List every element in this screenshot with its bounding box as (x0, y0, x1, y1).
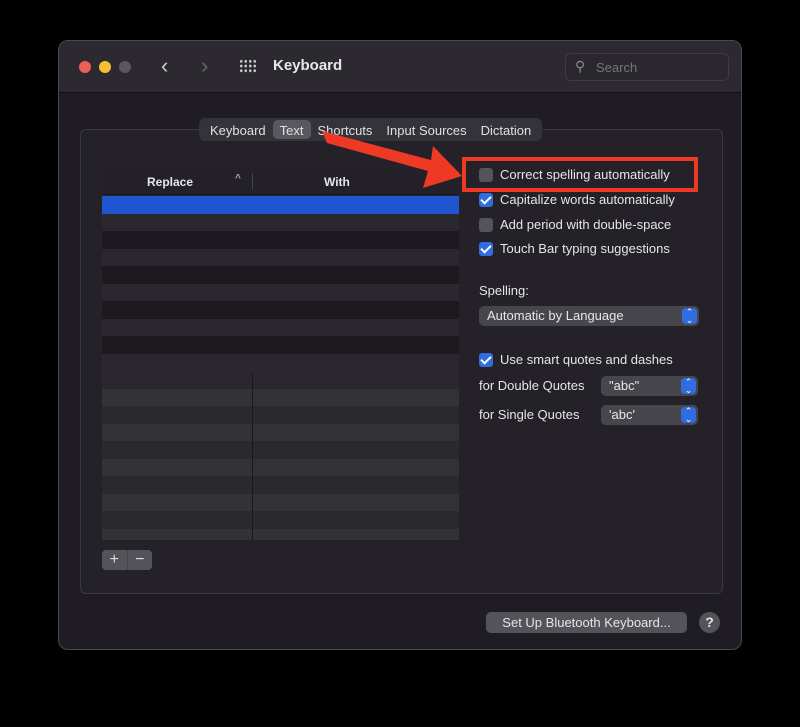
annotation-overlay (322, 131, 698, 192)
red-highlight-box (462, 157, 698, 192)
red-arrow-annotation (322, 131, 462, 188)
